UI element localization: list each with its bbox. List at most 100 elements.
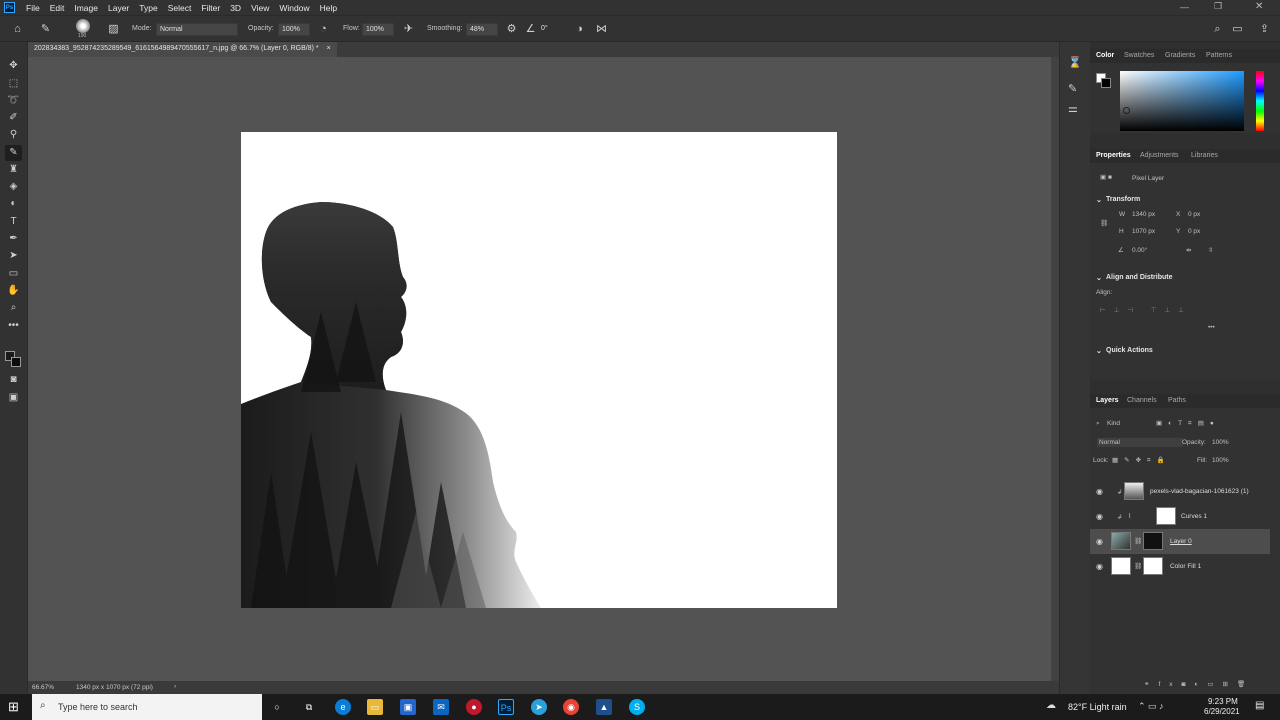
- angle-field[interactable]: 0°: [538, 23, 560, 36]
- color-picker-cursor[interactable]: [1123, 107, 1130, 114]
- pressure-size-icon[interactable]: ◑: [572, 22, 587, 37]
- tab-properties[interactable]: Properties: [1096, 152, 1131, 159]
- screen-mode-icon[interactable]: ▣: [5, 390, 22, 406]
- mask-link-icon[interactable]: ⛓: [1134, 562, 1142, 570]
- transform-chevron-icon[interactable]: ⌄: [1096, 196, 1102, 204]
- task-view-icon[interactable]: ⧉: [301, 699, 317, 715]
- home-icon[interactable]: ⌂: [10, 22, 25, 37]
- menu-image[interactable]: Image: [69, 3, 103, 13]
- hue-slider[interactable]: [1256, 71, 1264, 131]
- background-color-swatch[interactable]: [11, 357, 21, 367]
- adjust-panel-icon[interactable]: ⚌: [1068, 102, 1078, 115]
- layer-opacity-field[interactable]: 100%: [1212, 439, 1229, 446]
- airbrush-icon[interactable]: ✈: [401, 22, 416, 37]
- align-chevron-icon[interactable]: ⌄: [1096, 274, 1102, 282]
- angle-field[interactable]: 0.00°: [1132, 247, 1147, 254]
- status-menu-arrow[interactable]: ›: [174, 683, 176, 690]
- symmetry-icon[interactable]: ⋈: [594, 22, 609, 37]
- chrome-icon[interactable]: ◉: [563, 699, 579, 715]
- layer-name[interactable]: Curves 1: [1181, 513, 1207, 520]
- cortana-icon[interactable]: ○: [269, 699, 285, 715]
- layer-filter-select[interactable]: Kind: [1107, 420, 1120, 427]
- document-tab[interactable]: 202834383_952874235289549_61615649894705…: [28, 42, 337, 57]
- app-red-icon[interactable]: ●: [466, 699, 482, 715]
- brush-settings-icon[interactable]: ▨: [106, 22, 121, 37]
- search-icon[interactable]: ⌕: [1210, 22, 1225, 37]
- notifications-icon[interactable]: ▤: [1255, 700, 1264, 711]
- tab-patterns[interactable]: Patterns: [1206, 52, 1232, 59]
- clock-time[interactable]: 9:23 PM: [1208, 697, 1238, 706]
- color-bg-swatch[interactable]: [1101, 78, 1111, 88]
- tab-gradients[interactable]: Gradients: [1165, 52, 1195, 59]
- layer-filter-icons[interactable]: ▣◐T⌗▤●: [1156, 419, 1220, 428]
- tab-swatches[interactable]: Swatches: [1124, 52, 1154, 59]
- flow-field[interactable]: 100%: [362, 23, 394, 36]
- workspace-icon[interactable]: ▭: [1230, 22, 1245, 37]
- zoom-tool-icon[interactable]: ⌕: [5, 300, 22, 316]
- pressure-opacity-icon[interactable]: ◔: [316, 22, 331, 37]
- layer-row[interactable]: ◉ ↲ ⌇ Curves 1: [1090, 504, 1270, 529]
- eyedropper-tool-icon[interactable]: ⚲: [5, 127, 22, 143]
- x-field[interactable]: 0 px: [1188, 211, 1200, 218]
- menu-edit[interactable]: Edit: [45, 3, 70, 13]
- pen-tool-icon[interactable]: ✒: [5, 231, 22, 247]
- visibility-eye-icon[interactable]: ◉: [1096, 487, 1103, 496]
- quick-actions-chevron-icon[interactable]: ⌄: [1096, 347, 1102, 355]
- mode-select[interactable]: Normal: [156, 23, 238, 36]
- layer-name[interactable]: Color Fill 1: [1170, 563, 1201, 570]
- menu-select[interactable]: Select: [163, 3, 197, 13]
- brush-preview-icon[interactable]: [76, 19, 90, 33]
- brush-panel-icon[interactable]: ✎: [1068, 82, 1077, 95]
- more-options-icon[interactable]: •••: [1208, 324, 1215, 331]
- move-tool-icon[interactable]: ✥: [5, 58, 22, 74]
- visibility-eye-icon[interactable]: ◉: [1096, 562, 1103, 571]
- edge-icon[interactable]: e: [335, 699, 351, 715]
- close-icon[interactable]: ✕: [1255, 1, 1263, 12]
- windows-start-icon[interactable]: ⊞: [8, 699, 23, 714]
- tab-libraries[interactable]: Libraries: [1191, 152, 1218, 159]
- weather-text[interactable]: 82°F Light rain: [1068, 702, 1127, 712]
- layer-name[interactable]: pexels-vlad-bagacian-1061623 (1): [1150, 488, 1249, 495]
- y-field[interactable]: 0 px: [1188, 228, 1200, 235]
- skype-icon[interactable]: S: [629, 699, 645, 715]
- photos-icon[interactable]: ▲: [596, 699, 612, 715]
- layer-row-selected[interactable]: ◉ ⛓ Layer 0: [1090, 529, 1270, 554]
- layer-name[interactable]: Layer 0: [1170, 538, 1192, 545]
- marquee-tool-icon[interactable]: ⬚: [5, 76, 22, 92]
- more-tools-icon[interactable]: •••: [5, 318, 22, 334]
- mail-icon[interactable]: ✉: [433, 699, 449, 715]
- maximize-icon[interactable]: ❐: [1214, 1, 1222, 12]
- gradient-tool-icon[interactable]: ◐: [5, 196, 22, 212]
- photoshop-logo[interactable]: Ps: [4, 2, 15, 13]
- smoothing-settings-icon[interactable]: ⚙: [504, 22, 519, 37]
- system-tray-icons[interactable]: ⌃ ▭ ♪: [1138, 701, 1164, 712]
- lock-icons[interactable]: ▦✎✥⌗🔒: [1112, 456, 1171, 465]
- menu-layer[interactable]: Layer: [103, 3, 134, 13]
- menu-file[interactable]: File: [21, 3, 45, 13]
- color-picker-field[interactable]: [1120, 71, 1244, 131]
- quick-select-tool-icon[interactable]: ✐: [5, 110, 22, 126]
- brush-preset-icon[interactable]: ✎: [38, 22, 53, 37]
- close-tab-icon[interactable]: ×: [327, 45, 331, 52]
- eraser-tool-icon[interactable]: ◈: [5, 179, 22, 195]
- flip-vertical-icon[interactable]: ⇳: [1208, 246, 1213, 254]
- document-canvas[interactable]: [241, 132, 837, 608]
- clock-date[interactable]: 6/29/2021: [1204, 707, 1240, 716]
- minimize-icon[interactable]: —: [1180, 2, 1189, 12]
- tab-paths[interactable]: Paths: [1168, 397, 1186, 404]
- fill-field[interactable]: 100%: [1212, 457, 1229, 464]
- tab-layers[interactable]: Layers: [1096, 397, 1119, 404]
- brush-tool-icon[interactable]: ✎: [5, 145, 22, 161]
- tab-adjustments[interactable]: Adjustments: [1140, 152, 1179, 159]
- align-title[interactable]: Align and Distribute: [1106, 274, 1173, 281]
- menu-3d[interactable]: 3D: [225, 3, 246, 13]
- type-tool-icon[interactable]: T: [5, 214, 22, 230]
- zoom-level[interactable]: 66.67%: [32, 684, 54, 691]
- layer-row[interactable]: ◉ ↲ pexels-vlad-bagacian-1061623 (1): [1090, 479, 1270, 504]
- visibility-eye-icon[interactable]: ◉: [1096, 512, 1103, 521]
- photoshop-taskbar-icon[interactable]: Ps: [498, 699, 514, 715]
- flip-horizontal-icon[interactable]: ⇹: [1186, 246, 1191, 254]
- lasso-tool-icon[interactable]: ➰: [5, 93, 22, 109]
- tab-color[interactable]: Color: [1096, 52, 1114, 59]
- layer-row[interactable]: ◉ ⛓ Color Fill 1: [1090, 554, 1270, 579]
